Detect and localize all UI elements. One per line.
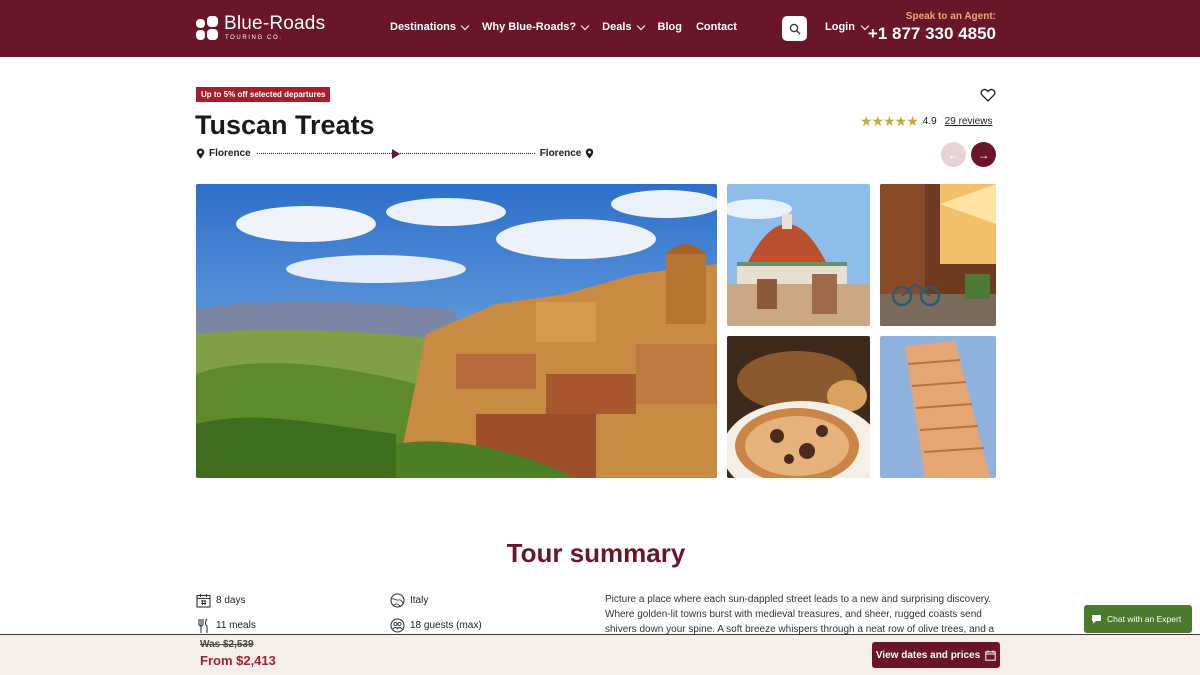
prev-button[interactable]: ← [941,142,966,167]
guests-icon [390,618,405,633]
fact-label: Italy [410,595,429,606]
fact-label: 18 guests (max) [410,620,482,631]
gallery-thumbnail-pastries[interactable] [727,336,870,478]
nav-label: Destinations [390,21,457,33]
arrow-right-icon: → [977,147,990,162]
logo-mark-icon [196,15,218,40]
arrow-left-icon: ← [947,147,960,162]
nav-label: Deals [602,21,632,33]
star-rating-icon: ★★★★★ [860,113,919,129]
reviews-link[interactable]: 29 reviews [945,116,993,127]
tour-page: Blue-Roads TOURING CO. Destinations Why … [0,0,1200,675]
nav-destinations[interactable]: Destinations [390,21,470,33]
logo-name: Blue-Roads [224,13,326,34]
route-line [399,153,535,154]
route-line [256,153,392,154]
search-icon [789,23,800,34]
site-header: Blue-Roads TOURING CO. Destinations Why … [0,0,1200,57]
route-end: Florence [539,148,582,159]
next-button[interactable]: → [971,142,996,167]
main-gallery-image[interactable] [196,184,717,478]
tour-title: Tuscan Treats [195,110,375,140]
nav-label: Blog [657,21,682,33]
fact-label: 8 days [216,595,246,606]
route: Florence Florence [196,148,594,159]
tour-summary-heading: Tour summary [506,538,686,568]
nav-label: Contact [695,21,737,33]
chat-with-expert-button[interactable]: Chat with an Expert [1084,605,1192,633]
nav-why-blue-roads[interactable]: Why Blue-Roads? [482,21,590,33]
chat-label: Chat with an Expert [1107,614,1182,624]
nav-deals[interactable]: Deals [602,21,645,33]
from-price: From $2,413 [200,653,276,668]
cta-label: View dates and prices [875,649,981,661]
route-start: Florence [209,148,251,159]
agent-phone[interactable]: +1 877 330 4850 [868,24,996,44]
calendar-icon [985,650,996,661]
nav-blog[interactable]: Blog [658,21,682,33]
login-label: Login [825,21,855,33]
agent-label: Speak to an Agent: [905,11,996,22]
main-nav: Destinations Why Blue-Roads? Deals Blog … [390,21,737,33]
login-menu[interactable]: Login [825,21,870,33]
gallery-nav: ← → [941,142,996,167]
fact-duration: 8 days [196,593,245,608]
promo-badge: Up to 5% off selected departures [196,87,331,102]
search-button[interactable] [782,16,807,41]
tour-description: Picture a place where each sun-dappled s… [605,594,995,635]
logo-subtitle: TOURING CO. [225,35,283,41]
gallery-thumbnail-duomo[interactable] [727,184,870,326]
calendar-icon [196,594,211,608]
fact-label: 11 meals [216,620,256,631]
map-pin-icon [586,148,594,159]
fact-group-size: 18 guests (max) [390,618,482,633]
fact-meals: 11 meals [196,618,256,633]
chevron-down-icon [580,21,590,30]
chat-bubble-icon [1092,615,1101,624]
nav-label: Why Blue-Roads? [482,21,577,33]
view-dates-button[interactable]: View dates and prices [872,642,1000,668]
was-price-text: Was $2,539 [200,639,254,650]
heart-icon[interactable] [980,87,996,103]
chevron-down-icon [636,21,645,30]
fact-country: Italy [390,593,428,608]
booking-bar [0,634,1200,675]
chevron-down-icon [460,21,470,30]
nav-contact[interactable]: Contact [696,21,737,33]
globe-icon [390,593,405,608]
utensils-icon [198,618,208,633]
gallery-thumbnail-street[interactable] [880,184,996,326]
gallery-thumbnail-pisa[interactable] [880,336,996,478]
was-price: Was $2,539 [200,639,254,650]
map-pin-icon [196,148,205,159]
route-arrow-icon [391,148,400,159]
rating: ★★★★★ 4.9 29 reviews [860,113,992,130]
agent-contact: Speak to an Agent: +1 877 330 4850 [868,11,996,44]
logo[interactable]: Blue-Roads TOURING CO. [196,14,325,41]
rating-value: 4.9 [922,116,937,127]
